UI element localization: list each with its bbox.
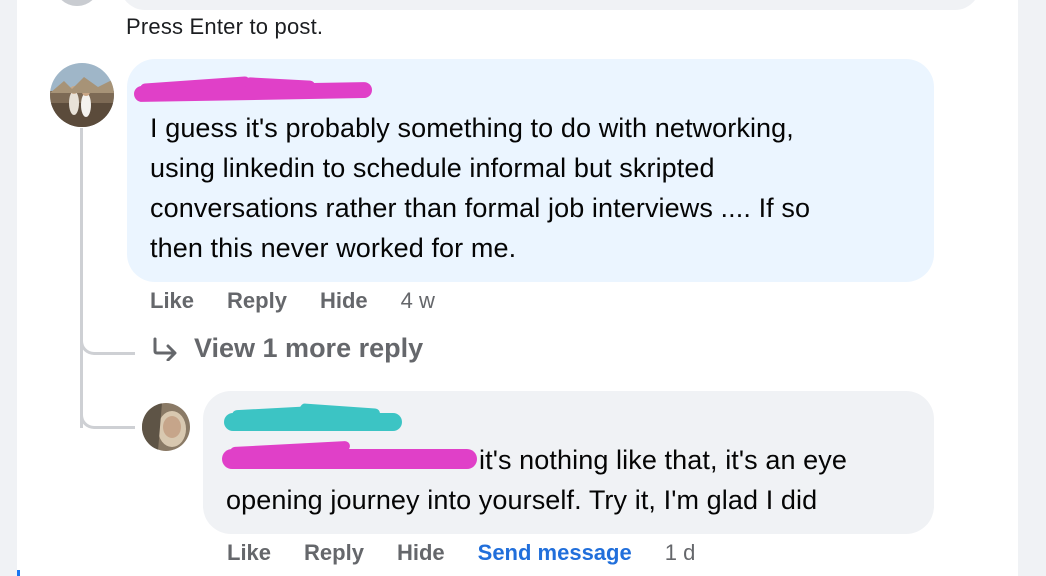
- reply-button[interactable]: Reply: [227, 288, 287, 314]
- hide-button[interactable]: Hide: [397, 540, 445, 566]
- like-button[interactable]: Like: [150, 288, 194, 314]
- comment-composer-input[interactable]: [120, 0, 980, 10]
- like-button[interactable]: Like: [227, 540, 271, 566]
- reply-actions: Like Reply Hide Send message 1 d: [227, 540, 695, 566]
- comment-actions: Like Reply Hide 4 w: [150, 288, 435, 314]
- left-accent-bar: [17, 570, 20, 576]
- comment-text: I guess it's probably something to do wi…: [150, 108, 810, 268]
- comment-line: then this never worked for me.: [150, 233, 517, 263]
- thread-elbow-view-more: [80, 300, 135, 355]
- comment-line: I guess it's probably something to do wi…: [150, 113, 794, 143]
- send-message-button[interactable]: Send message: [478, 540, 632, 566]
- reply-line-text: it's nothing like that, it's an eye: [479, 445, 848, 475]
- view-more-replies-button[interactable]: View 1 more reply: [150, 333, 423, 364]
- comment-line: conversations rather than formal job int…: [150, 193, 811, 223]
- reply-author-avatar[interactable]: [142, 403, 190, 451]
- commenter-avatar[interactable]: [50, 63, 114, 127]
- reply-timestamp[interactable]: 1 d: [665, 540, 696, 566]
- comment-line: using linkedin to schedule informal but …: [150, 153, 715, 183]
- reply-text: it's nothing like that, it's an eye open…: [226, 440, 847, 520]
- composer-hint: Press Enter to post.: [126, 14, 324, 39]
- reply-line: opening journey into yourself. Try it, I…: [226, 485, 818, 515]
- thread-elbow-reply: [80, 380, 135, 429]
- reply-line: it's nothing like that, it's an eye: [226, 440, 847, 480]
- reply-button[interactable]: Reply: [304, 540, 364, 566]
- reply-arrow-icon: [153, 337, 177, 361]
- comment-timestamp[interactable]: 4 w: [401, 288, 435, 314]
- hide-button[interactable]: Hide: [320, 288, 368, 314]
- view-more-replies-label: View 1 more reply: [194, 333, 424, 363]
